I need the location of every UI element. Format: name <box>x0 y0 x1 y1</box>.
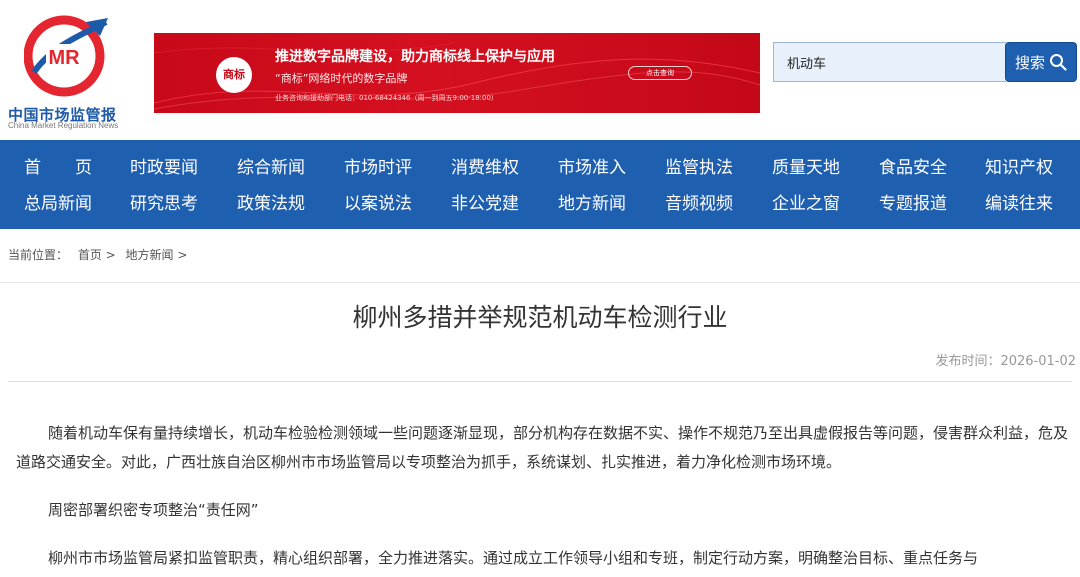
article-title: 柳州多措并举规范机动车检测行业 <box>352 303 728 332</box>
nav-item-law-enforcement[interactable]: 监管执法 <box>665 150 765 186</box>
nav-item-research[interactable]: 研究思考 <box>130 186 230 222</box>
nav-row-2: 总局新闻 研究思考 政策法规 以案说法 非公党建 地方新闻 音频视频 企业之窗 … <box>0 186 1080 222</box>
logo-emblem-icon: MR <box>24 15 108 97</box>
logo-mark-text: MR <box>48 47 80 69</box>
site-header: MR 中国市场监管报 China Market Regulation News … <box>0 0 1080 140</box>
nav-item-enterprise[interactable]: 企业之窗 <box>772 186 872 222</box>
nav-item-party-building[interactable]: 非公党建 <box>451 186 551 222</box>
nav-item-quality[interactable]: 质量天地 <box>772 150 872 186</box>
nav-item-food-safety[interactable]: 食品安全 <box>879 150 979 186</box>
breadcrumb: 当前位置： 首页 > 地方新闻 > <box>8 246 193 263</box>
nav-item-bureau-news[interactable]: 总局新闻 <box>24 186 124 222</box>
publish-date: 发布时间：2026-01-02 <box>935 354 1076 369</box>
search-button[interactable]: 搜索 <box>1005 42 1077 82</box>
site-logo[interactable]: MR 中国市场监管报 China Market Regulation News <box>6 10 131 130</box>
search-bar: 搜索 <box>773 42 1077 82</box>
banner-subtitle: “商标”网络时代的数字品牌 <box>275 72 408 85</box>
banner-title: 推进数字品牌建设，助力商标线上保护与应用 <box>275 49 555 65</box>
nav-item-local-news[interactable]: 地方新闻 <box>558 186 658 222</box>
banner-contact: 业务咨询和援助部门电话：010-68424346（周一到周五9:00-18:00… <box>275 94 498 102</box>
article-subheading: 周密部署织密专项整治“责任网” <box>48 501 259 519</box>
nav-item-politics[interactable]: 时政要闻 <box>130 150 230 186</box>
nav-item-cases[interactable]: 以案说法 <box>344 186 444 222</box>
nav-item-market-commentary[interactable]: 市场时评 <box>344 150 444 186</box>
nav-item-consumer-rights[interactable]: 消费维权 <box>451 150 551 186</box>
nav-item-media[interactable]: 音频视频 <box>665 186 765 222</box>
main-nav: 首 页 时政要闻 综合新闻 市场时评 消费维权 市场准入 监管执法 质量天地 食… <box>0 140 1080 229</box>
search-input[interactable] <box>773 42 1006 82</box>
search-button-label: 搜索 <box>1014 53 1045 72</box>
breadcrumb-prefix: 当前位置： <box>8 248 69 262</box>
article-paragraph: 柳州市市场监管局紧扣监管职责，精心组织部署，全力推进落实。通过成立工作领导小组和… <box>48 549 979 567</box>
banner-badge: 商标 <box>216 57 252 93</box>
logo-name-en: China Market Regulation News <box>8 121 119 130</box>
nav-item-general-news[interactable]: 综合新闻 <box>237 150 337 186</box>
nav-item-special-reports[interactable]: 专题报道 <box>879 186 979 222</box>
title-divider <box>8 381 1072 382</box>
nav-item-ip[interactable]: 知识产权 <box>985 150 1080 186</box>
search-icon <box>1050 54 1067 71</box>
nav-item-reader-letters[interactable]: 编读往来 <box>985 186 1080 222</box>
breadcrumb-home[interactable]: 首页 > <box>78 248 116 262</box>
banner-query-button[interactable]: 点击查询 <box>628 66 692 80</box>
ad-banner[interactable]: 商标 推进数字品牌建设，助力商标线上保护与应用 “商标”网络时代的数字品牌 业务… <box>154 33 760 113</box>
breadcrumb-divider <box>0 282 1080 283</box>
nav-item-home[interactable]: 首 页 <box>24 150 124 186</box>
nav-item-market-access[interactable]: 市场准入 <box>558 150 658 186</box>
article-paragraph: 随着机动车保有量持续增长，机动车检验检测领域一些问题逐渐显现，部分机构存在数据不… <box>16 424 1069 471</box>
breadcrumb-local-news[interactable]: 地方新闻 > <box>126 248 188 262</box>
article-body: 随着机动车保有量持续增长，机动车检验检测领域一些问题逐渐显现，部分机构存在数据不… <box>16 419 1076 577</box>
nav-item-policy[interactable]: 政策法规 <box>237 186 337 222</box>
nav-row-1: 首 页 时政要闻 综合新闻 市场时评 消费维权 市场准入 监管执法 质量天地 食… <box>0 150 1080 186</box>
